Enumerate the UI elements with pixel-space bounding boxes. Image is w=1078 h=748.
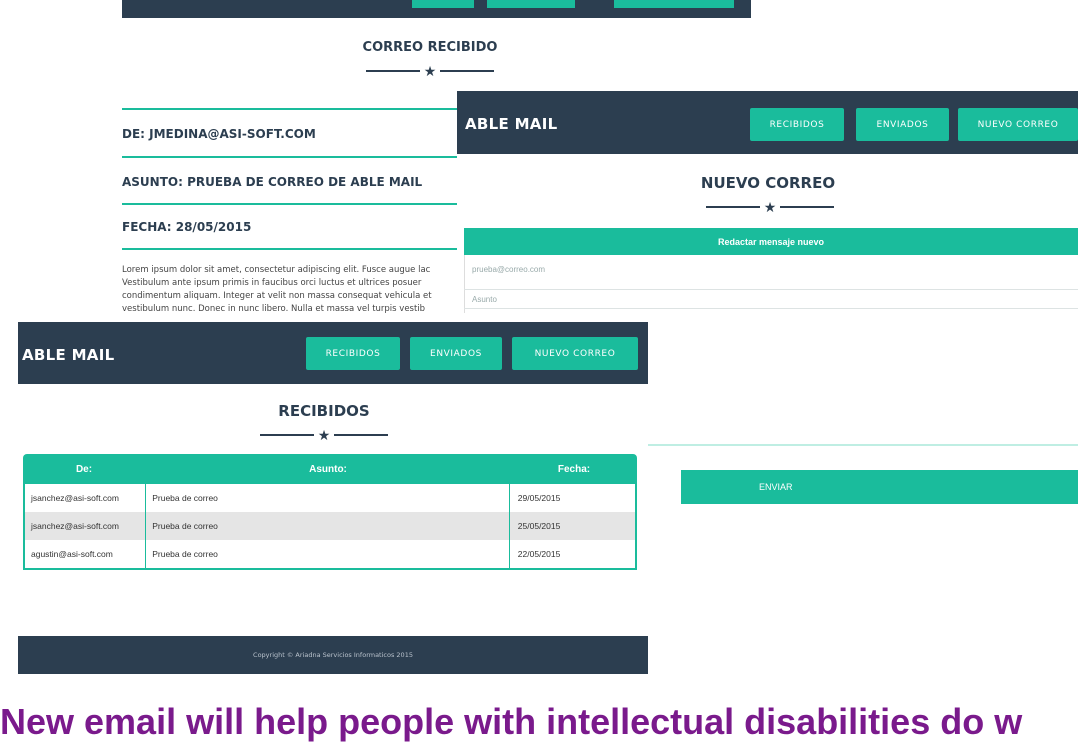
inbox-title-divider: ★: [254, 428, 394, 442]
received-nav-button-1[interactable]: [412, 0, 474, 8]
inbox-title: RECIBIDOS: [278, 402, 370, 420]
received-title-divider: ★: [360, 64, 500, 78]
field-divider: [122, 156, 460, 158]
new-mail-header: ABLE MAIL RECIBIDOS ENVIADOS NUEVO CORRE…: [457, 91, 1078, 154]
compose-header: Redactar mensaje nuevo: [464, 228, 1078, 255]
received-mail-body: Lorem ipsum dolor sit amet, consectetur …: [122, 264, 457, 322]
received-nav-button-3[interactable]: [614, 0, 734, 8]
body-line: condimentum aliquam. Integer at velit no…: [122, 291, 432, 301]
received-mail-title: CORREO RECIBIDO: [362, 40, 498, 55]
row-subject: Prueba de correo: [146, 484, 510, 512]
table-row[interactable]: agustin@asi-soft.com Prueba de correo 22…: [23, 540, 637, 568]
star-icon: ★: [317, 427, 331, 443]
inbox-table: De: Asunto: Fecha: jsanchez@asi-soft.com…: [23, 454, 637, 570]
inbox-panel: ABLE MAIL RECIBIDOS ENVIADOS NUEVO CORRE…: [18, 322, 648, 674]
inbox-header: ABLE MAIL RECIBIDOS ENVIADOS NUEVO CORRE…: [18, 322, 648, 384]
nav-nuevo-correo-button[interactable]: NUEVO CORREO: [958, 108, 1078, 141]
row-date: 22/05/2015: [517, 549, 561, 559]
table-row[interactable]: jsanchez@asi-soft.com Prueba de correo 2…: [23, 512, 637, 540]
inbox-table-header: De: Asunto: Fecha:: [23, 454, 637, 484]
nav-enviados-button[interactable]: ENVIADOS: [410, 337, 502, 370]
row-date: 29/05/2015: [517, 493, 561, 503]
received-mail-header: [122, 0, 751, 18]
nav-recibidos-button[interactable]: RECIBIDOS: [306, 337, 400, 370]
field-divider: [122, 108, 460, 110]
star-icon: ★: [763, 199, 777, 215]
row-date: 25/05/2015: [517, 521, 561, 531]
received-from: DE: JMEDINA@ASI-SOFT.COM: [122, 127, 316, 141]
compose-separator: [648, 444, 1078, 446]
received-nav-button-2[interactable]: [487, 0, 575, 8]
to-input[interactable]: prueba@correo.com: [464, 259, 1078, 279]
table-bottom-border: [23, 568, 637, 570]
subject-input[interactable]: Asunto: [464, 289, 1078, 309]
brand-logo: ABLE MAIL: [22, 346, 115, 364]
column-header-date: Fecha:: [557, 463, 591, 475]
column-header-from: De:: [75, 463, 93, 475]
received-date: FECHA: 28/05/2015: [122, 220, 252, 234]
row-subject: Prueba de correo: [146, 512, 510, 540]
new-mail-title-divider: ★: [700, 200, 840, 214]
row-from: jsanchez@asi-soft.com: [25, 512, 147, 540]
row-subject: Prueba de correo: [146, 540, 510, 568]
star-icon: ★: [423, 63, 437, 79]
table-row[interactable]: jsanchez@asi-soft.com Prueba de correo 2…: [23, 484, 637, 512]
nav-recibidos-button[interactable]: RECIBIDOS: [750, 108, 844, 141]
column-header-subject: Asunto:: [309, 463, 347, 475]
body-line: Vestibulum ante ipsum primis in faucibus…: [122, 278, 422, 288]
field-divider: [122, 248, 460, 250]
received-subject: ASUNTO: PRUEBA DE CORREO DE ABLE MAIL: [122, 175, 423, 189]
row-from: agustin@asi-soft.com: [25, 540, 147, 568]
nav-nuevo-correo-button[interactable]: NUEVO CORREO: [512, 337, 638, 370]
body-line: Lorem ipsum dolor sit amet, consectetur …: [122, 265, 431, 275]
new-mail-title: NUEVO CORREO: [700, 174, 836, 192]
nav-enviados-button[interactable]: ENVIADOS: [856, 108, 949, 141]
row-from: jsanchez@asi-soft.com: [25, 484, 147, 512]
caption-text: New email will help people with intellec…: [0, 701, 1023, 742]
body-line: vestibulum nunc. Donec in nunc libero. N…: [122, 304, 426, 314]
brand-logo: ABLE MAIL: [465, 115, 558, 133]
send-button[interactable]: ENVIAR: [681, 470, 1078, 504]
inbox-footer: Copyright © Ariadna Servicios Informatic…: [18, 636, 648, 674]
